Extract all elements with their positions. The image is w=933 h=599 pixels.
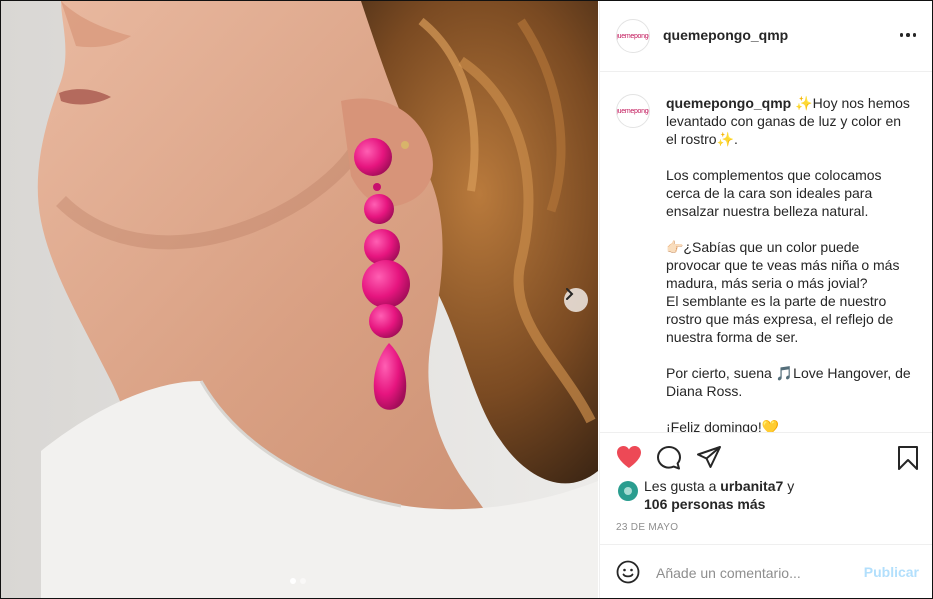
ellipsis-icon-dot — [906, 33, 910, 37]
likes-others-link[interactable]: 106 personas más — [644, 496, 765, 512]
likes-joiner: y — [787, 478, 795, 494]
ellipsis-icon-dot — [912, 33, 917, 37]
caption-username[interactable]: quemepongo_qmp — [666, 95, 791, 111]
speech-bubble-icon — [657, 446, 681, 470]
like-button[interactable] — [616, 445, 642, 474]
carousel-dot-active — [290, 578, 296, 584]
post-photo[interactable] — [1, 1, 598, 598]
caption-line: 👉🏻¿Sabías que un color puede provocar qu… — [666, 239, 900, 291]
avatar-logo-text: quemepongo — [616, 107, 649, 115]
avatar-logo-text: quemepongo — [616, 32, 649, 40]
comment-input[interactable] — [654, 559, 858, 587]
comment-bar: Publicar — [600, 544, 932, 598]
comment-button[interactable] — [656, 445, 682, 476]
publish-button[interactable]: Publicar — [864, 564, 919, 580]
caption-author-avatar[interactable]: quemepongo — [616, 94, 650, 128]
post-modal: quemepongo quemepongo_qmp quemepongo que… — [0, 0, 933, 599]
likes-summary: Les gusta a urbanita7 y 106 personas más — [644, 477, 914, 513]
paper-plane-icon — [697, 446, 721, 468]
liker-avatar[interactable] — [618, 481, 638, 501]
author-username[interactable]: quemepongo_qmp — [663, 27, 788, 43]
post-date[interactable]: 23 DE MAYO — [616, 522, 678, 533]
caption-text: quemepongo_qmp ✨Hoy nos hemos levantado c… — [666, 94, 914, 432]
caption-scroll-area[interactable]: quemepongo quemepongo_qmp✨Hoy nos hemos … — [600, 72, 932, 432]
save-button[interactable] — [897, 445, 919, 476]
likes-prefix: Les gusta a — [644, 478, 717, 494]
carousel-dot — [300, 578, 306, 584]
photo-illustration — [1, 1, 598, 598]
caption-line: Por cierto, suena 🎵Love Hangover, de Dia… — [666, 365, 911, 399]
ellipsis-icon-dot — [899, 33, 904, 37]
carousel-indicator — [290, 578, 306, 584]
chevron-right-icon — [566, 288, 574, 300]
share-button[interactable] — [696, 445, 722, 476]
bookmark-icon — [898, 446, 918, 470]
caption-line: ¡Feliz domingo!💛 — [666, 419, 780, 432]
author-avatar[interactable]: quemepongo — [616, 19, 650, 53]
heart-icon — [617, 446, 641, 468]
liker-avatar-icon — [624, 487, 632, 495]
more-options-button[interactable] — [897, 25, 919, 45]
emoji-button[interactable] — [616, 560, 640, 589]
carousel-next-button[interactable] — [564, 288, 588, 312]
smiley-icon — [616, 560, 640, 584]
liker-username[interactable]: urbanita7 — [720, 478, 783, 494]
caption-line: El semblante es la parte de nuestro rost… — [666, 293, 894, 345]
post-actions: Les gusta a urbanita7 y 106 personas más… — [600, 432, 932, 545]
caption-line: Los complementos que colocamos cerca de … — [666, 167, 882, 219]
post-side-panel: quemepongo quemepongo_qmp quemepongo que… — [599, 1, 932, 598]
post-header: quemepongo quemepongo_qmp — [600, 1, 932, 72]
